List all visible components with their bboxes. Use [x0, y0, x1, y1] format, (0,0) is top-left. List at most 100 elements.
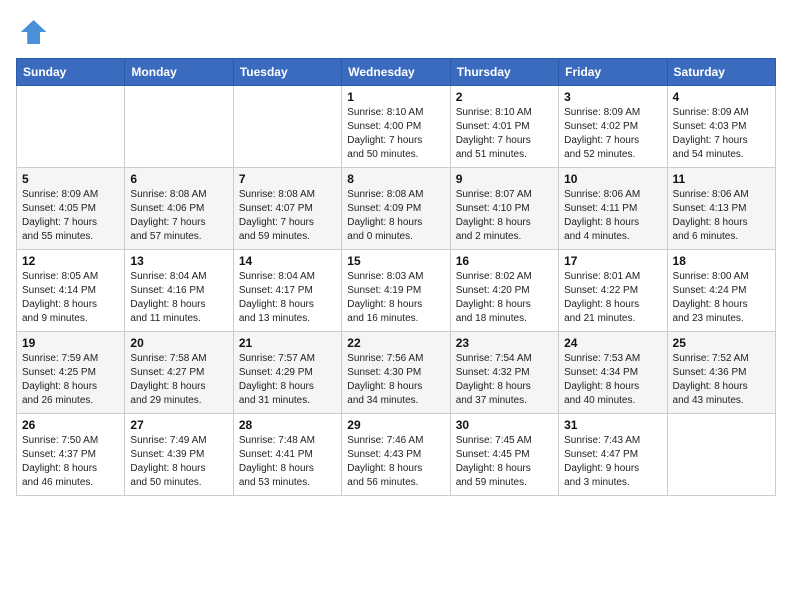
day-info: Sunrise: 7:48 AM Sunset: 4:41 PM Dayligh… [239, 434, 336, 490]
day-cell: 22 Sunrise: 7:56 AM Sunset: 4:30 PM Dayli… [342, 332, 450, 414]
day-cell [125, 86, 233, 168]
day-info: Sunrise: 7:58 AM Sunset: 4:27 PM Dayligh… [130, 352, 227, 408]
day-cell: 21 Sunrise: 7:57 AM Sunset: 4:29 PM Dayli… [233, 332, 341, 414]
day-cell [17, 86, 125, 168]
day-number: 29 [347, 418, 444, 432]
day-info: Sunrise: 8:01 AM Sunset: 4:22 PM Dayligh… [564, 270, 661, 326]
day-number: 19 [22, 336, 119, 350]
day-number: 8 [347, 172, 444, 186]
day-cell: 31Sunrise: 7:43 AM Sunset: 4:47 PM Dayli… [559, 414, 667, 496]
day-number: 5 [22, 172, 119, 186]
day-cell: 17 Sunrise: 8:01 AM Sunset: 4:22 PM Dayli… [559, 250, 667, 332]
day-info: Sunrise: 8:08 AM Sunset: 4:09 PM Dayligh… [347, 188, 444, 244]
day-cell: 15 Sunrise: 8:03 AM Sunset: 4:19 PM Dayli… [342, 250, 450, 332]
day-info: Sunrise: 7:54 AM Sunset: 4:32 PM Dayligh… [456, 352, 553, 408]
day-number: 21 [239, 336, 336, 350]
day-number: 2 [456, 90, 553, 104]
day-cell: 24Sunrise: 7:53 AM Sunset: 4:34 PM Dayli… [559, 332, 667, 414]
day-number: 26 [22, 418, 119, 432]
week-row-4: 19 Sunrise: 7:59 AM Sunset: 4:25 PM Dayli… [17, 332, 776, 414]
day-info: Sunrise: 8:02 AM Sunset: 4:20 PM Dayligh… [456, 270, 553, 326]
week-row-2: 5Sunrise: 8:09 AM Sunset: 4:05 PM Daylig… [17, 168, 776, 250]
day-cell: 11 Sunrise: 8:06 AM Sunset: 4:13 PM Dayli… [667, 168, 775, 250]
day-cell: 1 Sunrise: 8:10 AM Sunset: 4:00 PM Daylig… [342, 86, 450, 168]
day-cell: 8 Sunrise: 8:08 AM Sunset: 4:09 PM Daylig… [342, 168, 450, 250]
day-info: Sunrise: 8:08 AM Sunset: 4:07 PM Dayligh… [239, 188, 336, 244]
day-info: Sunrise: 7:46 AM Sunset: 4:43 PM Dayligh… [347, 434, 444, 490]
column-header-thursday: Thursday [450, 59, 558, 86]
day-info: Sunrise: 8:06 AM Sunset: 4:11 PM Dayligh… [564, 188, 661, 244]
day-number: 25 [673, 336, 770, 350]
day-number: 18 [673, 254, 770, 268]
column-header-saturday: Saturday [667, 59, 775, 86]
day-number: 14 [239, 254, 336, 268]
day-number: 23 [456, 336, 553, 350]
day-info: Sunrise: 8:06 AM Sunset: 4:13 PM Dayligh… [673, 188, 770, 244]
day-info: Sunrise: 8:05 AM Sunset: 4:14 PM Dayligh… [22, 270, 119, 326]
day-info: Sunrise: 7:45 AM Sunset: 4:45 PM Dayligh… [456, 434, 553, 490]
day-number: 30 [456, 418, 553, 432]
column-header-sunday: Sunday [17, 59, 125, 86]
day-cell [667, 414, 775, 496]
week-row-1: 1 Sunrise: 8:10 AM Sunset: 4:00 PM Daylig… [17, 86, 776, 168]
day-number: 10 [564, 172, 661, 186]
day-cell: 23 Sunrise: 7:54 AM Sunset: 4:32 PM Dayli… [450, 332, 558, 414]
day-number: 4 [673, 90, 770, 104]
day-cell: 26 Sunrise: 7:50 AM Sunset: 4:37 PM Dayli… [17, 414, 125, 496]
page-header [16, 16, 776, 48]
day-cell: 28 Sunrise: 7:48 AM Sunset: 4:41 PM Dayli… [233, 414, 341, 496]
day-cell: 16Sunrise: 8:02 AM Sunset: 4:20 PM Dayli… [450, 250, 558, 332]
header-row: SundayMondayTuesdayWednesdayThursdayFrid… [17, 59, 776, 86]
day-cell: 10 Sunrise: 8:06 AM Sunset: 4:11 PM Dayli… [559, 168, 667, 250]
day-number: 15 [347, 254, 444, 268]
day-number: 9 [456, 172, 553, 186]
day-cell: 25Sunrise: 7:52 AM Sunset: 4:36 PM Dayli… [667, 332, 775, 414]
day-cell: 18 Sunrise: 8:00 AM Sunset: 4:24 PM Dayli… [667, 250, 775, 332]
day-info: Sunrise: 8:04 AM Sunset: 4:16 PM Dayligh… [130, 270, 227, 326]
day-number: 6 [130, 172, 227, 186]
day-info: Sunrise: 8:04 AM Sunset: 4:17 PM Dayligh… [239, 270, 336, 326]
day-cell: 5Sunrise: 8:09 AM Sunset: 4:05 PM Daylig… [17, 168, 125, 250]
day-number: 11 [673, 172, 770, 186]
day-cell: 29 Sunrise: 7:46 AM Sunset: 4:43 PM Dayli… [342, 414, 450, 496]
day-info: Sunrise: 8:09 AM Sunset: 4:02 PM Dayligh… [564, 106, 661, 162]
logo-icon [16, 16, 48, 48]
day-number: 27 [130, 418, 227, 432]
column-header-monday: Monday [125, 59, 233, 86]
day-info: Sunrise: 7:53 AM Sunset: 4:34 PM Dayligh… [564, 352, 661, 408]
day-cell [233, 86, 341, 168]
day-cell: 20Sunrise: 7:58 AM Sunset: 4:27 PM Dayli… [125, 332, 233, 414]
week-row-3: 12Sunrise: 8:05 AM Sunset: 4:14 PM Dayli… [17, 250, 776, 332]
day-cell: 12Sunrise: 8:05 AM Sunset: 4:14 PM Dayli… [17, 250, 125, 332]
day-info: Sunrise: 7:59 AM Sunset: 4:25 PM Dayligh… [22, 352, 119, 408]
column-header-friday: Friday [559, 59, 667, 86]
day-info: Sunrise: 8:08 AM Sunset: 4:06 PM Dayligh… [130, 188, 227, 244]
day-cell: 14 Sunrise: 8:04 AM Sunset: 4:17 PM Dayli… [233, 250, 341, 332]
column-header-wednesday: Wednesday [342, 59, 450, 86]
day-info: Sunrise: 8:03 AM Sunset: 4:19 PM Dayligh… [347, 270, 444, 326]
day-cell: 13Sunrise: 8:04 AM Sunset: 4:16 PM Dayli… [125, 250, 233, 332]
day-cell: 9 Sunrise: 8:07 AM Sunset: 4:10 PM Daylig… [450, 168, 558, 250]
day-number: 28 [239, 418, 336, 432]
day-info: Sunrise: 7:56 AM Sunset: 4:30 PM Dayligh… [347, 352, 444, 408]
day-info: Sunrise: 8:07 AM Sunset: 4:10 PM Dayligh… [456, 188, 553, 244]
day-info: Sunrise: 8:09 AM Sunset: 4:03 PM Dayligh… [673, 106, 770, 162]
day-cell: 4 Sunrise: 8:09 AM Sunset: 4:03 PM Daylig… [667, 86, 775, 168]
day-number: 1 [347, 90, 444, 104]
day-cell: 7Sunrise: 8:08 AM Sunset: 4:07 PM Daylig… [233, 168, 341, 250]
day-info: Sunrise: 7:57 AM Sunset: 4:29 PM Dayligh… [239, 352, 336, 408]
day-info: Sunrise: 8:10 AM Sunset: 4:00 PM Dayligh… [347, 106, 444, 162]
day-number: 17 [564, 254, 661, 268]
day-cell: 2 Sunrise: 8:10 AM Sunset: 4:01 PM Daylig… [450, 86, 558, 168]
day-info: Sunrise: 7:50 AM Sunset: 4:37 PM Dayligh… [22, 434, 119, 490]
day-number: 22 [347, 336, 444, 350]
day-info: Sunrise: 8:10 AM Sunset: 4:01 PM Dayligh… [456, 106, 553, 162]
day-cell: 19 Sunrise: 7:59 AM Sunset: 4:25 PM Dayli… [17, 332, 125, 414]
week-row-5: 26 Sunrise: 7:50 AM Sunset: 4:37 PM Dayli… [17, 414, 776, 496]
column-header-tuesday: Tuesday [233, 59, 341, 86]
day-info: Sunrise: 7:49 AM Sunset: 4:39 PM Dayligh… [130, 434, 227, 490]
calendar-table: SundayMondayTuesdayWednesdayThursdayFrid… [16, 58, 776, 496]
day-info: Sunrise: 8:00 AM Sunset: 4:24 PM Dayligh… [673, 270, 770, 326]
logo [16, 16, 52, 48]
day-number: 3 [564, 90, 661, 104]
